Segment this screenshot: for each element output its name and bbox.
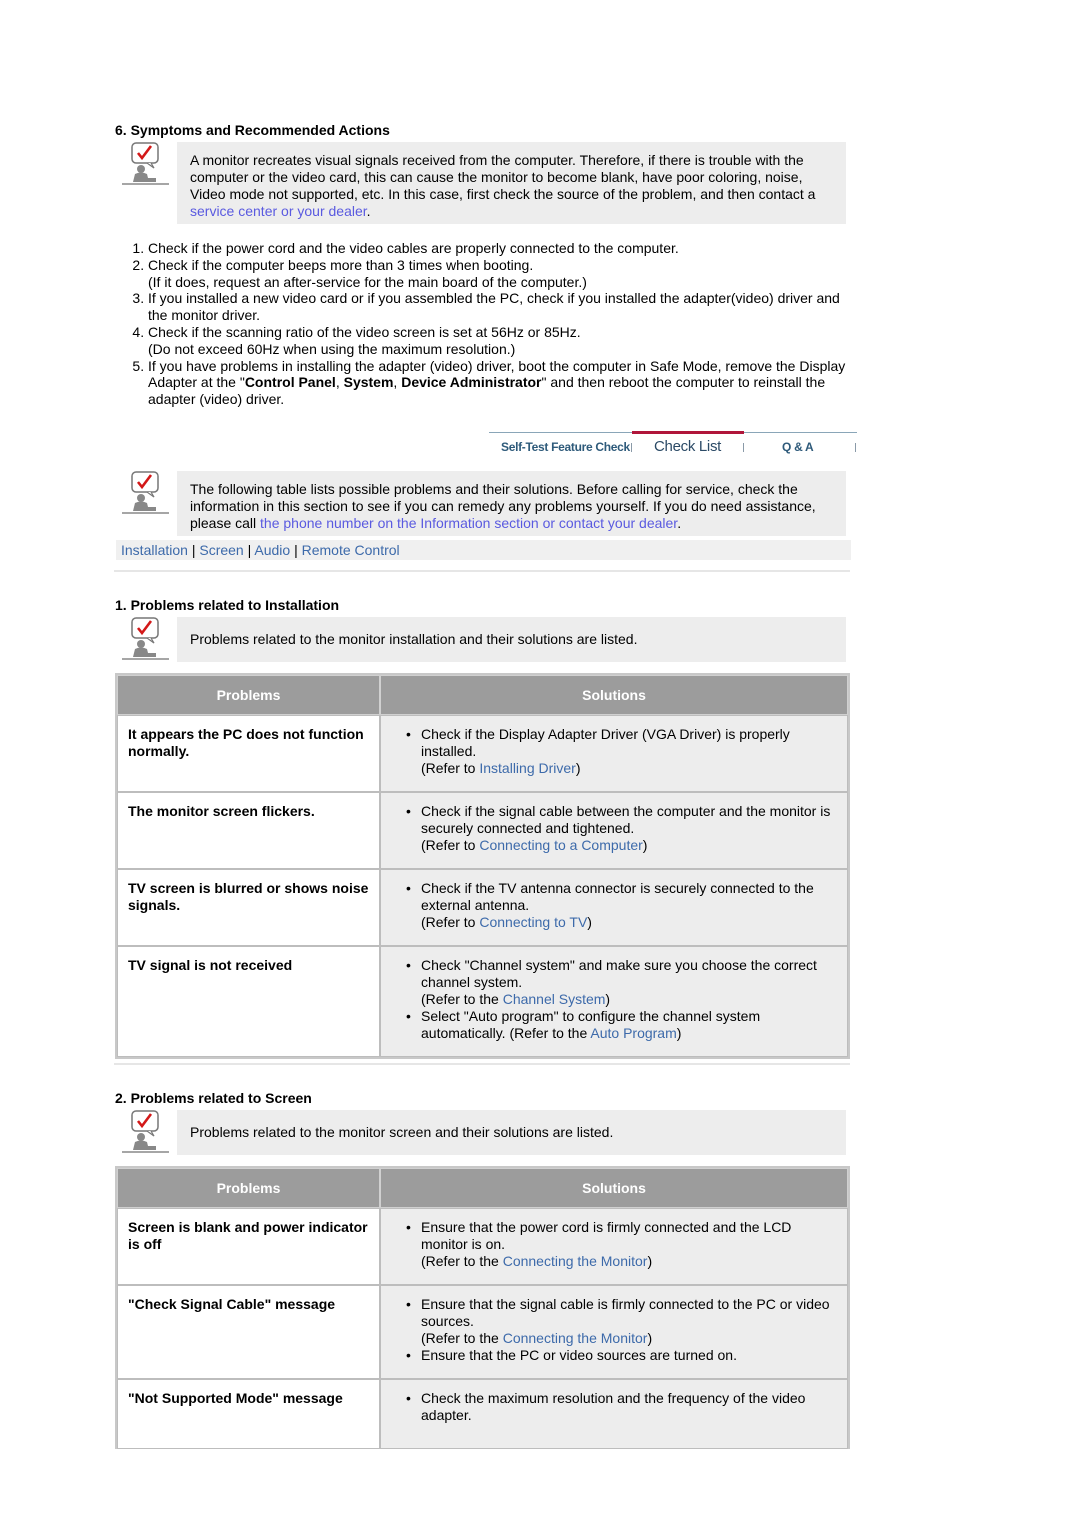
reference-link[interactable]: Connecting to TV xyxy=(479,914,587,930)
table-row: TV signal is not received • Check "Channel… xyxy=(117,946,848,1057)
problem-cell: TV signal is not received xyxy=(117,946,380,1057)
solution-item: • Ensure that the power cord is firmly co… xyxy=(406,1219,792,1269)
checklist-person-icon xyxy=(122,142,169,185)
problem-cell: It appears the PC does not function norm… xyxy=(117,715,380,792)
bullet-icon: • xyxy=(406,1008,411,1024)
installation-note-text: Problems related to the monitor installa… xyxy=(177,617,846,662)
screen-table: Problems Solutions Screen is blank and p… xyxy=(115,1166,850,1449)
active-tab-indicator xyxy=(632,431,744,434)
bullet-icon: • xyxy=(406,1390,411,1406)
intro-note-text: A monitor recreates visual signals recei… xyxy=(177,142,846,224)
problem-cell: Screen is blank and power indicator is o… xyxy=(117,1208,380,1285)
section-title: 6. Symptoms and Recommended Actions xyxy=(115,122,390,138)
solutions-header: Solutions xyxy=(380,675,848,715)
step-item: Check if the scanning ratio of the video… xyxy=(148,324,848,358)
solution-cell: • Check if the signal cable between the c… xyxy=(380,792,848,869)
solution-item: • Check the maximum resolution and the fr… xyxy=(406,1390,806,1423)
problem-cell: "Not Supported Mode" message xyxy=(117,1379,380,1449)
table-row: It appears the PC does not function norm… xyxy=(117,715,848,792)
divider xyxy=(114,570,850,572)
solution-cell: • Check if the TV antenna connector is se… xyxy=(380,869,848,946)
recommended-actions-list: Check if the power cord and the video ca… xyxy=(120,240,848,408)
checklist-person-icon xyxy=(122,617,169,660)
reference-link[interactable]: Connecting the Monitor xyxy=(503,1330,648,1346)
bullet-icon: • xyxy=(406,957,411,973)
installation-note: Problems related to the monitor installa… xyxy=(121,617,846,663)
divider xyxy=(114,1063,850,1065)
problems-header: Problems xyxy=(117,1168,380,1208)
step-item: Check if the power cord and the video ca… xyxy=(148,240,848,257)
solution-item: • Check if the Display Adapter Driver (VG… xyxy=(406,726,790,776)
problem-cell: TV screen is blurred or shows noise sign… xyxy=(117,869,380,946)
solution-item: • Ensure that the PC or video sources are… xyxy=(406,1347,737,1363)
nav-remote-control[interactable]: Remote Control xyxy=(302,542,400,558)
step-item: If you have problems in installing the a… xyxy=(148,358,848,408)
checklist-intro-text: The following table lists possible probl… xyxy=(177,471,846,536)
checklist-person-icon xyxy=(122,1110,169,1153)
service-center-link[interactable]: service center or your dealer xyxy=(190,203,367,219)
table-row: TV screen is blurred or shows noise sign… xyxy=(117,869,848,946)
tab-self-test[interactable]: Self-Test Feature Check xyxy=(501,440,630,454)
phone-number-link[interactable]: the phone number on the Information sect… xyxy=(260,515,677,531)
bullet-icon: • xyxy=(406,726,411,742)
reference-link[interactable]: Connecting the Monitor xyxy=(503,1253,648,1269)
checklist-intro-note: The following table lists possible probl… xyxy=(121,471,846,536)
reference-link[interactable]: Installing Driver xyxy=(479,760,575,776)
solutions-header: Solutions xyxy=(380,1168,848,1208)
problem-cell: The monitor screen flickers. xyxy=(117,792,380,869)
section-tabs: Self-Test Feature Check Check List Q & A xyxy=(489,431,857,461)
tab-check-list[interactable]: Check List xyxy=(654,438,721,455)
nav-installation[interactable]: Installation xyxy=(121,542,188,558)
table-row: "Check Signal Cable" message • Ensure that… xyxy=(117,1285,848,1379)
tab-separator xyxy=(631,443,632,452)
solution-item: • Check if the signal cable between the c… xyxy=(406,803,831,853)
nav-separator: | xyxy=(247,542,252,558)
solution-item: • Select "Auto program" to configure the … xyxy=(406,1008,761,1041)
table-row: Screen is blank and power indicator is o… xyxy=(117,1208,848,1285)
problem-cell: "Check Signal Cable" message xyxy=(117,1285,380,1379)
checklist-person-icon xyxy=(122,471,169,514)
tab-separator xyxy=(855,443,856,452)
table-row: The monitor screen flickers. • Check if th… xyxy=(117,792,848,869)
solution-cell: • Check the maximum resolution and the fr… xyxy=(380,1379,848,1449)
step-item: Check if the computer beeps more than 3 … xyxy=(148,257,848,291)
reference-link[interactable]: Connecting to a Computer xyxy=(479,837,642,853)
nav-separator: | xyxy=(294,542,298,558)
tab-separator xyxy=(743,443,744,452)
nav-audio[interactable]: Audio xyxy=(254,542,290,558)
solution-cell: • Ensure that the signal cable is firmly … xyxy=(380,1285,848,1379)
solution-item: • Check if the TV antenna connector is se… xyxy=(406,880,814,930)
intro-note: A monitor recreates visual signals recei… xyxy=(121,142,846,224)
bullet-icon: • xyxy=(406,1219,411,1235)
solution-cell: • Ensure that the power cord is firmly co… xyxy=(380,1208,848,1285)
step-item: If you installed a new video card or if … xyxy=(148,290,848,324)
solution-cell: • Check "Channel system" and make sure yo… xyxy=(380,946,848,1057)
reference-link[interactable]: Channel System xyxy=(503,991,606,1007)
installation-title: 1. Problems related to Installation xyxy=(115,597,340,613)
problems-header: Problems xyxy=(117,675,380,715)
screen-note: Problems related to the monitor screen a… xyxy=(121,1110,846,1156)
bullet-icon: • xyxy=(406,1296,411,1312)
nav-separator: | xyxy=(191,542,196,558)
screen-title: 2. Problems related to Screen xyxy=(115,1090,312,1106)
category-nav: Installation | Screen | Audio | Remote C… xyxy=(116,540,851,560)
solution-item: • Ensure that the signal cable is firmly … xyxy=(406,1296,830,1346)
solution-item: • Check "Channel system" and make sure yo… xyxy=(406,957,817,1007)
solution-cell: • Check if the Display Adapter Driver (VG… xyxy=(380,715,848,792)
bullet-icon: • xyxy=(406,803,411,819)
nav-screen[interactable]: Screen xyxy=(199,542,243,558)
reference-link[interactable]: Auto Program xyxy=(590,1025,676,1041)
table-row: "Not Supported Mode" message • Check the m… xyxy=(117,1379,848,1449)
installation-table: Problems Solutions It appears the PC doe… xyxy=(115,673,850,1059)
bullet-icon: • xyxy=(406,880,411,896)
screen-note-text: Problems related to the monitor screen a… xyxy=(177,1110,846,1155)
tab-q-and-a[interactable]: Q & A xyxy=(782,440,814,454)
bullet-icon: • xyxy=(406,1347,411,1363)
